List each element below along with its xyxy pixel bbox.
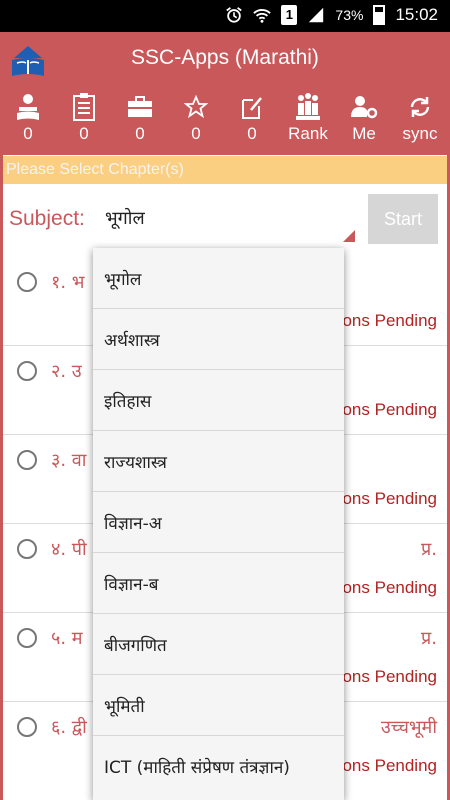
status-bar: 1 73% 15:02 xyxy=(0,0,450,32)
chapter-status: ons Pending xyxy=(342,489,437,508)
toolbar-star-button[interactable]: 0 xyxy=(168,92,224,152)
subject-label: Subject: xyxy=(9,207,85,230)
toolbar-rank-label: Rank xyxy=(288,124,328,143)
chapter-radio[interactable] xyxy=(17,628,37,648)
chapter-radio[interactable] xyxy=(17,272,37,292)
chapter-radio[interactable] xyxy=(17,539,37,559)
toolbar-clipboard-button[interactable]: 0 xyxy=(56,92,112,152)
chapter-title-tail: उच्चभूमी xyxy=(380,717,437,738)
reader-icon xyxy=(17,94,39,120)
chapter-radio[interactable] xyxy=(17,361,37,381)
app-title: SSC-Apps (Marathi) xyxy=(131,46,319,69)
toolbar-me-label: Me xyxy=(352,124,376,143)
toolbar-sync-label: sync xyxy=(402,124,438,143)
note-edit-icon xyxy=(242,97,262,119)
dropdown-triangle-icon xyxy=(343,230,355,242)
toolbar-count: 0 xyxy=(191,124,201,143)
dropdown-option[interactable]: बीजगणित xyxy=(93,614,344,675)
subject-selected-value: भूगोल xyxy=(105,208,145,229)
battery-percent: 73% xyxy=(335,7,364,23)
chapter-title: १. भ xyxy=(51,272,85,293)
chapter-radio[interactable] xyxy=(17,450,37,470)
signal-icon xyxy=(309,7,324,23)
alarm-icon xyxy=(226,7,243,23)
user-settings-icon xyxy=(351,96,378,119)
app-header: SSC-Apps (Marathi) 0 0 0 0 0 Rank Me syn… xyxy=(0,32,450,155)
start-button[interactable]: Start xyxy=(368,194,438,244)
chapter-title: ५. म xyxy=(51,628,83,649)
sync-icon xyxy=(410,97,430,117)
dropdown-option[interactable]: इतिहास xyxy=(93,370,344,431)
chapter-title: २. उ xyxy=(51,361,82,382)
rank-icon xyxy=(296,93,320,120)
dropdown-option[interactable]: ICT (माहिती संप्रेषण तंत्रज्ञान) xyxy=(93,736,344,797)
sim-icon: 1 xyxy=(281,5,298,25)
star-icon xyxy=(184,95,208,119)
dropdown-option[interactable]: अर्थशास्त्र xyxy=(93,309,344,370)
dropdown-option[interactable]: विज्ञान-ब xyxy=(93,553,344,614)
subject-dropdown-menu: भूगोल अर्थशास्त्र इतिहास राज्यशास्त्र वि… xyxy=(93,248,344,800)
subject-select[interactable]: भूगोल xyxy=(95,194,357,244)
briefcase-icon xyxy=(128,96,152,117)
toolbar-count: 0 xyxy=(79,124,89,143)
toolbar-count: 0 xyxy=(23,124,33,143)
clipboard-icon xyxy=(73,93,95,121)
toolbar: 0 0 0 0 0 Rank Me sync xyxy=(0,92,450,152)
toolbar-sync-button[interactable]: sync xyxy=(392,92,448,152)
dropdown-option[interactable]: भूगोल xyxy=(93,248,344,309)
dropdown-option[interactable]: राज्यशास्त्र xyxy=(93,431,344,492)
chapter-title-tail: प्र. xyxy=(421,628,437,649)
clock-time: 15:02 xyxy=(395,5,438,24)
select-chapter-notice: Please Select Chapter(s) xyxy=(3,156,447,184)
toolbar-me-button[interactable]: Me xyxy=(336,92,392,152)
dropdown-option[interactable]: विज्ञान-अ xyxy=(93,492,344,553)
toolbar-rank-button[interactable]: Rank xyxy=(280,92,336,152)
chapter-status: ons Pending xyxy=(342,311,437,330)
chapter-title: ३. वा xyxy=(51,450,87,471)
toolbar-note-button[interactable]: 0 xyxy=(224,92,280,152)
wifi-icon xyxy=(253,9,272,23)
dropdown-option[interactable]: भूमिती xyxy=(93,675,344,736)
chapter-status: ons Pending xyxy=(342,667,437,686)
toolbar-briefcase-button[interactable]: 0 xyxy=(112,92,168,152)
toolbar-count: 0 xyxy=(135,124,145,143)
chapter-status: ons Pending xyxy=(342,400,437,419)
chapter-status: ons Pending xyxy=(342,756,437,775)
battery-icon xyxy=(373,5,386,25)
toolbar-reader-button[interactable]: 0 xyxy=(0,92,56,152)
chapter-status: ons Pending xyxy=(342,578,437,597)
toolbar-count: 0 xyxy=(247,124,257,143)
chapter-title: ४. पी xyxy=(51,539,87,560)
chapter-radio[interactable] xyxy=(17,717,37,737)
chapter-title: ६. द्वी xyxy=(51,717,87,738)
chapter-title-tail: प्र. xyxy=(421,539,437,560)
